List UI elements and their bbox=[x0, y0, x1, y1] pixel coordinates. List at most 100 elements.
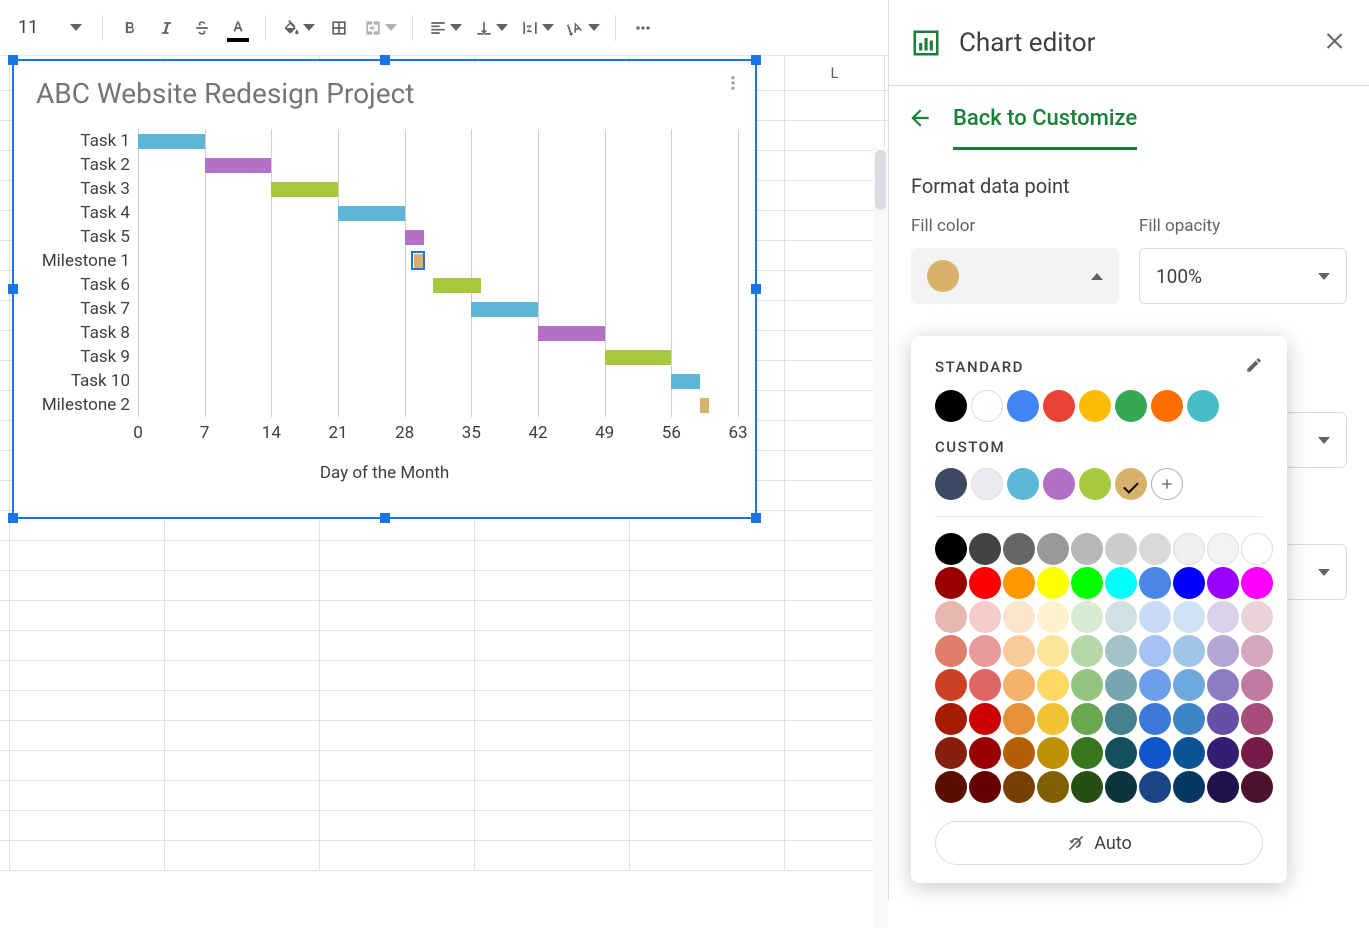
color-swatch[interactable] bbox=[1037, 771, 1069, 803]
color-swatch[interactable] bbox=[1241, 771, 1273, 803]
color-swatch[interactable] bbox=[1207, 737, 1239, 769]
gantt-bar[interactable] bbox=[433, 278, 481, 293]
font-size-selector[interactable]: 11 bbox=[10, 11, 90, 45]
color-swatch[interactable] bbox=[1207, 601, 1239, 633]
color-swatch[interactable] bbox=[1115, 468, 1147, 500]
color-swatch[interactable] bbox=[935, 669, 967, 701]
color-swatch[interactable] bbox=[1071, 669, 1103, 701]
resize-handle[interactable] bbox=[380, 513, 390, 523]
chart-plot-area[interactable]: Task 1Task 2Task 3Task 4Task 5Milestone … bbox=[138, 129, 738, 417]
color-swatch[interactable] bbox=[969, 533, 1001, 565]
color-swatch[interactable] bbox=[1079, 390, 1111, 422]
color-swatch[interactable] bbox=[1105, 771, 1137, 803]
italic-button[interactable] bbox=[151, 13, 181, 43]
color-swatch[interactable] bbox=[1139, 771, 1171, 803]
bold-button[interactable] bbox=[115, 13, 145, 43]
color-swatch[interactable] bbox=[1207, 533, 1239, 565]
vertical-scrollbar[interactable] bbox=[873, 148, 888, 928]
color-swatch[interactable] bbox=[1071, 737, 1103, 769]
color-swatch[interactable] bbox=[1139, 533, 1171, 565]
color-swatch[interactable] bbox=[1139, 737, 1171, 769]
gantt-bar[interactable] bbox=[471, 302, 538, 317]
fill-opacity-selector[interactable]: 100% bbox=[1139, 248, 1347, 304]
color-swatch[interactable] bbox=[1003, 737, 1035, 769]
color-swatch[interactable] bbox=[1241, 533, 1273, 565]
color-swatch[interactable] bbox=[1207, 635, 1239, 667]
auto-color-button[interactable]: Auto bbox=[935, 821, 1263, 865]
color-swatch[interactable] bbox=[1105, 737, 1137, 769]
color-swatch[interactable] bbox=[1207, 669, 1239, 701]
resize-handle[interactable] bbox=[751, 284, 761, 294]
merge-cells-button[interactable] bbox=[360, 13, 400, 43]
resize-handle[interactable] bbox=[8, 284, 18, 294]
color-swatch[interactable] bbox=[1071, 703, 1103, 735]
resize-handle[interactable] bbox=[8, 513, 18, 523]
color-swatch[interactable] bbox=[1071, 567, 1103, 599]
color-swatch[interactable] bbox=[969, 601, 1001, 633]
color-swatch[interactable] bbox=[1241, 703, 1273, 735]
chart-object[interactable]: ABC Website Redesign Project Task 1Task … bbox=[12, 59, 757, 519]
color-swatch[interactable] bbox=[969, 771, 1001, 803]
color-swatch[interactable] bbox=[1173, 771, 1205, 803]
color-swatch[interactable] bbox=[1003, 703, 1035, 735]
gantt-bar[interactable] bbox=[405, 230, 424, 245]
color-swatch[interactable] bbox=[1173, 703, 1205, 735]
color-swatch[interactable] bbox=[1151, 390, 1183, 422]
color-swatch[interactable] bbox=[1173, 533, 1205, 565]
color-swatch[interactable] bbox=[935, 601, 967, 633]
color-swatch[interactable] bbox=[1071, 533, 1103, 565]
vertical-align-button[interactable] bbox=[471, 13, 511, 43]
add-custom-color-button[interactable] bbox=[1151, 468, 1183, 500]
color-swatch[interactable] bbox=[1115, 390, 1147, 422]
color-swatch[interactable] bbox=[1105, 533, 1137, 565]
text-rotation-button[interactable] bbox=[563, 13, 603, 43]
color-swatch[interactable] bbox=[1207, 771, 1239, 803]
color-swatch[interactable] bbox=[1139, 703, 1171, 735]
gantt-bar[interactable] bbox=[271, 182, 338, 197]
color-swatch[interactable] bbox=[1173, 737, 1205, 769]
color-swatch[interactable] bbox=[1037, 737, 1069, 769]
color-swatch[interactable] bbox=[1037, 635, 1069, 667]
color-swatch[interactable] bbox=[1003, 669, 1035, 701]
color-swatch[interactable] bbox=[1105, 567, 1137, 599]
color-swatch[interactable] bbox=[1241, 669, 1273, 701]
color-swatch[interactable] bbox=[1037, 533, 1069, 565]
color-swatch[interactable] bbox=[1173, 601, 1205, 633]
color-swatch[interactable] bbox=[1241, 737, 1273, 769]
gantt-bar[interactable] bbox=[538, 326, 605, 341]
color-swatch[interactable] bbox=[1139, 567, 1171, 599]
color-swatch[interactable] bbox=[1187, 390, 1219, 422]
back-arrow-icon[interactable] bbox=[907, 105, 933, 135]
color-swatch[interactable] bbox=[1173, 669, 1205, 701]
color-swatch[interactable] bbox=[935, 703, 967, 735]
strikethrough-button[interactable] bbox=[187, 13, 217, 43]
color-swatch[interactable] bbox=[1003, 601, 1035, 633]
color-swatch[interactable] bbox=[935, 533, 967, 565]
color-swatch[interactable] bbox=[1105, 703, 1137, 735]
color-swatch[interactable] bbox=[1139, 601, 1171, 633]
color-swatch[interactable] bbox=[1207, 567, 1239, 599]
color-swatch[interactable] bbox=[935, 635, 967, 667]
color-swatch[interactable] bbox=[971, 390, 1003, 422]
color-swatch[interactable] bbox=[1007, 468, 1039, 500]
color-swatch[interactable] bbox=[1043, 390, 1075, 422]
color-swatch[interactable] bbox=[1071, 771, 1103, 803]
color-swatch[interactable] bbox=[969, 737, 1001, 769]
color-swatch[interactable] bbox=[1105, 669, 1137, 701]
scrollbar-thumb[interactable] bbox=[875, 150, 886, 210]
color-swatch[interactable] bbox=[1139, 669, 1171, 701]
color-swatch[interactable] bbox=[1241, 635, 1273, 667]
color-swatch[interactable] bbox=[971, 468, 1003, 500]
color-swatch[interactable] bbox=[935, 737, 967, 769]
gantt-bar[interactable] bbox=[605, 350, 672, 365]
more-button[interactable] bbox=[628, 13, 658, 43]
color-swatch[interactable] bbox=[1007, 390, 1039, 422]
resize-handle[interactable] bbox=[751, 55, 761, 65]
color-swatch[interactable] bbox=[969, 703, 1001, 735]
column-header[interactable]: L bbox=[785, 56, 885, 90]
color-swatch[interactable] bbox=[1105, 601, 1137, 633]
color-swatch[interactable] bbox=[969, 669, 1001, 701]
color-swatch[interactable] bbox=[1037, 567, 1069, 599]
color-swatch[interactable] bbox=[1037, 601, 1069, 633]
borders-button[interactable] bbox=[324, 13, 354, 43]
